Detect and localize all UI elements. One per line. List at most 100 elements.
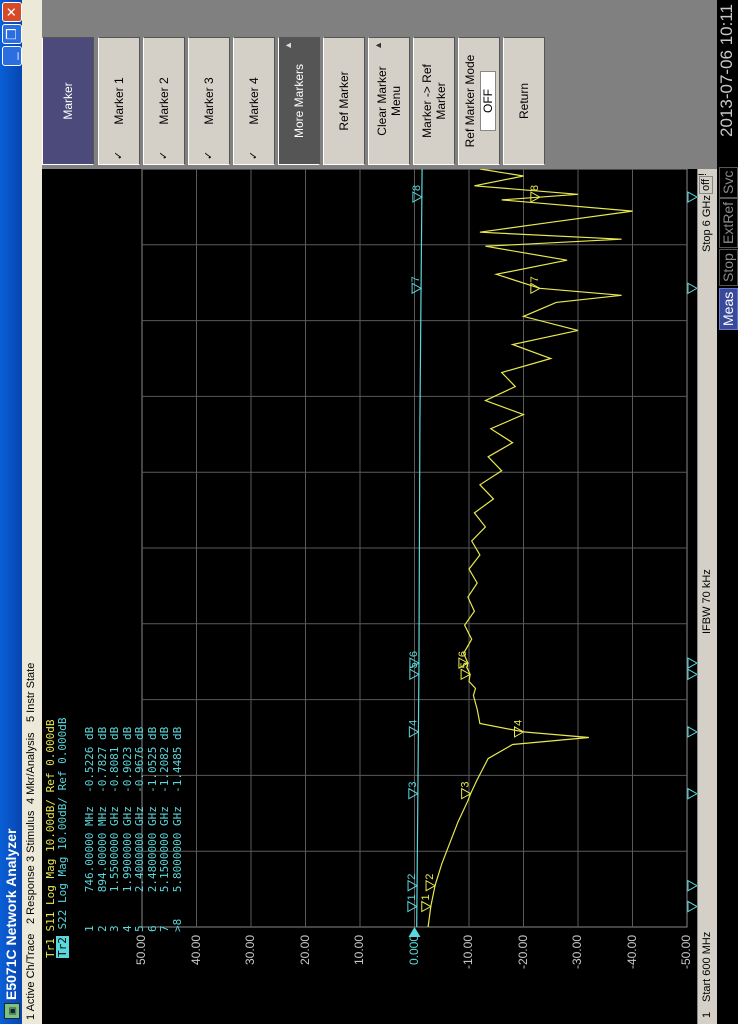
menu-response[interactable]: 2 Response [25,865,37,924]
scale-label: 10.00 [352,935,366,966]
marker-1-stimulus-icon [687,900,697,913]
submenu-arrow-icon: ▲ [283,41,293,50]
submenu-arrow-icon: ▲ [373,41,383,50]
marker-readout-row: 5 2.4000000 GHz -0.9676 dB [133,726,146,932]
start-frequency[interactable]: Start 600 MHz [701,932,713,1002]
marker-5-stimulus-icon [687,668,697,681]
scale-label: -30.00 [570,935,584,970]
marker-6-stimulus-icon [687,657,697,669]
stop-status: Stop [719,249,738,286]
ref-marker-mode-value: OFF [479,71,496,131]
stop-frequency[interactable]: Stop 6 GHz [701,195,713,252]
marker-2-label: 2 [424,874,436,880]
softkey-marker-1[interactable]: ✓ Marker 1 [98,37,140,165]
marker-readout-row: 3 1.5500000 GHz -0.8081 dB [108,726,121,932]
scale-label: -20.00 [515,935,530,970]
softkey-marker-2[interactable]: ✓ Marker 2 [143,37,185,165]
trace-2-header[interactable]: Tr2 S22 Log Mag 10.00dB/ Ref 0.000dB [56,718,69,958]
extref-status: ExtRef [719,197,738,248]
marker-4-label: 4 [407,720,419,726]
marker-7-label: 7 [529,276,541,282]
app-icon: ▣ [4,1003,20,1019]
softkey-marker-3[interactable]: ✓ Marker 3 [188,37,230,165]
scale-label: 0.000 [406,935,421,966]
marker-8-stimulus-icon [687,191,697,203]
marker-2-label: 2 [406,874,418,880]
marker-4-stimulus-icon [687,726,697,738]
channel-number: 1 [701,1011,713,1018]
marker-7-stimulus-icon [687,282,697,295]
marker-3-stimulus-icon [687,787,697,800]
softkey-marker-4[interactable]: ✓ Marker 4 [233,37,275,165]
instrument-status-bar: Meas Stop ExtRef Svc 2013-07-06 10:11 [717,0,738,1024]
minimize-button[interactable]: _ [2,46,22,66]
softkey-more-markers[interactable]: ▲ More Markers [278,37,320,165]
softkey-label: Marker 4 [247,77,261,125]
softkey-ref-marker[interactable]: Ref Marker [323,37,365,165]
trace-2-scale: 10.00dB/ [56,797,69,851]
softkey-label: Marker 3 [202,77,216,125]
restore-button[interactable]: ❐ [2,24,22,44]
softkey-label: Ref Marker Mode [462,54,477,148]
scale-label: -40.00 [624,935,639,970]
marker-6-label: 6 [408,651,420,657]
check-icon: ✓ [248,150,260,160]
network-analyzer-window: ▣ E5071C Network Analyzer _ ❐ ✕ 1 Active… [0,0,738,1024]
marker-8-label: 8 [529,185,541,191]
marker-1-label: 1 [420,894,432,900]
check-icon: ✓ [158,150,170,160]
scale-label: 20.00 [297,935,312,966]
marker-readout-row: >8 5.8000000 GHz -1.4485 dB [170,726,184,932]
softkey-label: Marker 1 [112,77,126,125]
marker-3-label: 3 [460,782,472,788]
window-title: E5071C Network Analyzer [3,828,19,1000]
softkey-label: Marker 2 [157,77,171,125]
softkey-label: Marker -> Ref Marker [420,64,448,138]
softkey-header-marker[interactable]: Marker [42,37,94,165]
softkey-label: Ref Marker [337,71,351,131]
ifbw[interactable]: IFBW 70 kHz [701,569,713,634]
close-icon[interactable]: ✕ [2,2,22,22]
meas-status: Meas [719,287,738,330]
scale-label: 30.00 [243,935,257,966]
menu-bar: 1 Active Ch/Trace 2 Response 3 Stimulus … [22,0,42,1024]
trace-2-param: S22 [56,909,69,930]
clock: 2013-07-06 10:11 [717,4,736,137]
marker-3-label: 3 [407,782,419,788]
marker-4-label: 4 [513,720,525,726]
softkey-marker-to-ref-marker[interactable]: Marker -> Ref Marker [413,37,455,165]
channel-status-bar: 1 Start 600 MHz IFBW 70 kHz Stop 6 GHz o… [697,169,718,1024]
trace-2-format: Log Mag [56,856,69,903]
marker-readout-row: 1 746.00000 MHz -0.5226 dB [83,726,96,932]
softkey-return[interactable]: Return [503,37,545,165]
menu-stimulus[interactable]: 3 Stimulus [25,811,37,862]
softkey-label: Clear Marker Menu [375,66,403,136]
marker-6-label: 6 [457,651,469,657]
check-icon: ✓ [113,150,125,160]
scale-label: -50.00 [679,935,693,970]
warning-indicator: ! [697,172,709,176]
marker-readout-list: 1 746.00000 MHz -0.5226 dB 2 894.00000 MH… [83,726,184,932]
marker-1-label: 1 [406,894,418,900]
marker-2-stimulus-icon [687,879,697,892]
off-indicator[interactable]: off [699,175,713,194]
scale-label: -10.00 [461,935,475,970]
check-icon: ✓ [203,150,215,160]
softkey-clear-marker-menu[interactable]: ▲ Clear Marker Menu [368,37,410,165]
trace-2-ref: Ref 0.000dB [56,717,69,791]
menu-mkr-analysis[interactable]: 4 Mkr/Analysis [25,732,37,804]
menu-active-ch-trace[interactable]: 1 Active Ch/Trace [25,934,37,1020]
marker-readout-row: 7 5.1500000 GHz -1.2082 dB [158,726,171,932]
scale-label: 40.00 [188,935,203,966]
scale-label: 50.00 [134,935,148,966]
marker-7-label: 7 [410,276,422,282]
menu-instr-state[interactable]: 5 Instr State [25,663,37,722]
softkey-panel: Marker ✓ Marker 1 ✓ Marker 2 ✓ Marker 3 ✓ Ma… [42,0,717,169]
softkey-ref-marker-mode[interactable]: Ref Marker Mode OFF [458,37,500,165]
softkey-label: More Markers [292,64,306,139]
title-bar: ▣ E5071C Network Analyzer _ ❐ ✕ [0,0,22,1024]
trace-2-name: Tr2 [56,936,69,958]
softkey-label: Return [517,82,531,120]
marker-8-label: 8 [411,185,423,191]
graticule [141,168,688,928]
